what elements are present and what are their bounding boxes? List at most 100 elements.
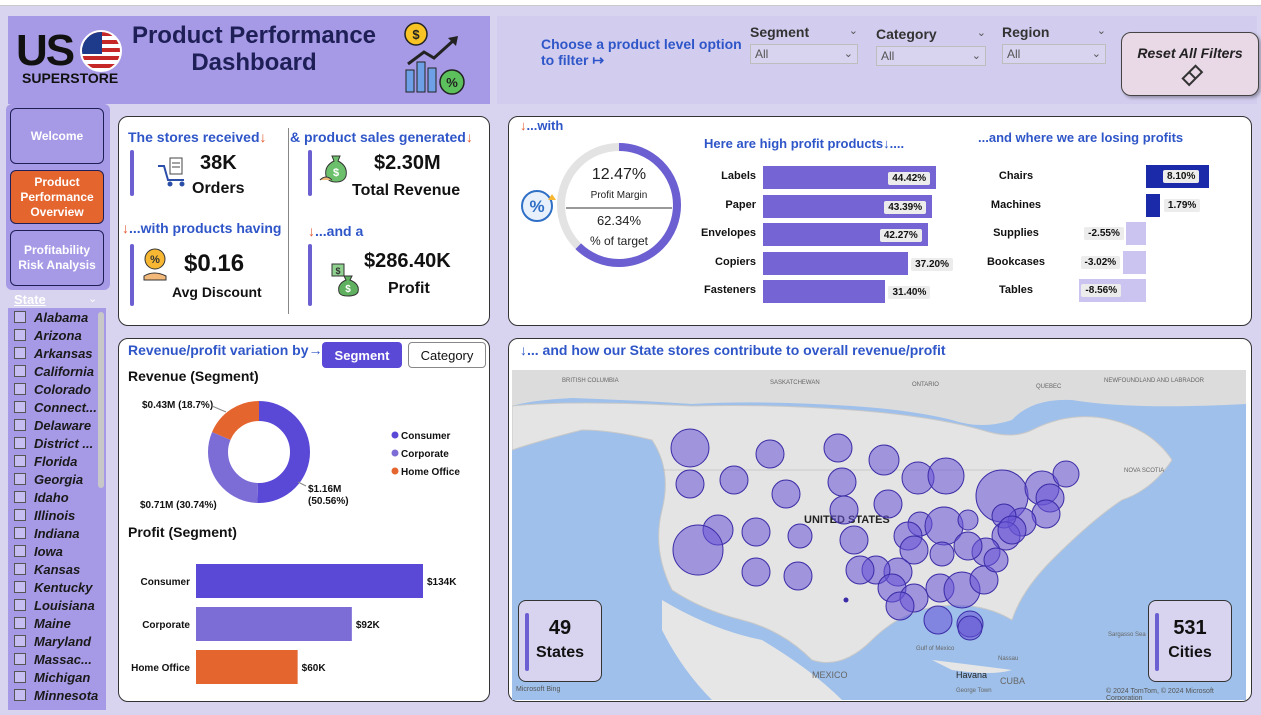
state-bubble[interactable] <box>957 509 979 531</box>
state-bubble[interactable] <box>1052 460 1080 488</box>
state-item[interactable]: Michigan <box>8 668 106 686</box>
state-checkbox[interactable] <box>14 455 26 467</box>
state-checkbox[interactable] <box>14 527 26 539</box>
chevron-down-icon[interactable]: ⌄ <box>977 26 986 42</box>
state-checkbox[interactable] <box>14 581 26 593</box>
state-bubble[interactable] <box>827 467 857 497</box>
state-bubble[interactable] <box>741 557 771 587</box>
state-bubble[interactable] <box>929 541 955 567</box>
high-profit-bar[interactable] <box>763 251 909 275</box>
chevron-down-icon[interactable]: ⌄ <box>849 24 858 40</box>
state-bubble[interactable] <box>755 439 785 469</box>
state-bubble[interactable] <box>771 479 801 509</box>
state-item[interactable]: District ... <box>8 434 106 452</box>
state-item[interactable]: Massac... <box>8 650 106 668</box>
state-item[interactable]: Iowa <box>8 542 106 560</box>
state-bubble[interactable] <box>983 547 1009 573</box>
discount-value: $0.16 <box>184 250 245 277</box>
state-item[interactable]: Florida <box>8 452 106 470</box>
state-item[interactable]: Delaware <box>8 416 106 434</box>
state-checkbox[interactable] <box>14 383 26 395</box>
state-bubble[interactable] <box>823 433 853 463</box>
segment-toggle-button[interactable]: Segment <box>322 342 402 368</box>
state-checkbox[interactable] <box>14 689 26 701</box>
state-checkbox[interactable] <box>14 347 26 359</box>
state-item[interactable]: Alabama <box>8 308 106 326</box>
state-item[interactable]: Maryland <box>8 632 106 650</box>
state-bubble[interactable] <box>719 465 749 495</box>
nav-product-performance-button[interactable]: Product Performance Overview <box>10 170 104 224</box>
state-list-scrollbar[interactable] <box>98 312 104 488</box>
state-checkbox[interactable] <box>14 437 26 449</box>
profit-bar[interactable] <box>196 564 423 598</box>
state-bubble[interactable] <box>787 523 813 549</box>
state-item[interactable]: Arkansas <box>8 344 106 362</box>
state-bubble[interactable] <box>670 428 710 468</box>
state-bubble[interactable] <box>885 591 915 621</box>
chevron-down-icon: ⌄ <box>1091 48 1101 60</box>
state-bubble[interactable] <box>923 605 953 635</box>
state-bubble[interactable] <box>868 444 900 476</box>
state-bubble[interactable] <box>741 517 771 547</box>
state-checkbox[interactable] <box>14 401 26 413</box>
state-item[interactable]: Idaho <box>8 488 106 506</box>
profit-bar[interactable] <box>196 607 352 641</box>
chevron-down-icon[interactable]: ⌄ <box>88 292 97 305</box>
state-checkbox[interactable] <box>14 419 26 431</box>
state-checkbox[interactable] <box>14 329 26 341</box>
state-bubble[interactable] <box>829 495 859 525</box>
state-item[interactable]: Maine <box>8 614 106 632</box>
state-checkbox[interactable] <box>14 617 26 629</box>
state-item[interactable]: Indiana <box>8 524 106 542</box>
state-bubble[interactable] <box>845 555 875 585</box>
state-bubble[interactable] <box>997 515 1027 545</box>
nav-profitability-risk-button[interactable]: Profitability Risk Analysis <box>10 230 104 286</box>
state-checkbox[interactable] <box>14 635 26 647</box>
category-toggle-button[interactable]: Category <box>408 342 486 368</box>
state-bubble[interactable] <box>873 489 903 519</box>
state-bubble[interactable] <box>927 457 965 495</box>
category-dropdown[interactable]: All ⌄ <box>876 46 986 66</box>
category-slicer[interactable]: Category ⌄ All ⌄ <box>876 26 986 66</box>
high-profit-bar[interactable] <box>763 280 886 303</box>
state-item[interactable]: Kansas <box>8 560 106 578</box>
state-checkbox[interactable] <box>14 509 26 521</box>
segment-dropdown[interactable]: All ⌄ <box>750 44 858 64</box>
state-bubble[interactable] <box>953 531 983 561</box>
region-dropdown[interactable]: All ⌄ <box>1002 44 1106 64</box>
state-bubble[interactable] <box>675 469 705 499</box>
segment-slicer[interactable]: Segment ⌄ All ⌄ <box>750 24 858 64</box>
state-checkbox[interactable] <box>14 563 26 575</box>
state-item[interactable]: Kentucky <box>8 578 106 596</box>
state-item[interactable]: Colorado <box>8 380 106 398</box>
losing-profit-bar[interactable] <box>1122 250 1146 274</box>
state-checkbox[interactable] <box>14 473 26 485</box>
state-item[interactable]: Louisiana <box>8 596 106 614</box>
state-checkbox[interactable] <box>14 365 26 377</box>
nav-welcome-button[interactable]: Welcome <box>10 108 104 164</box>
state-item[interactable]: California <box>8 362 106 380</box>
losing-profit-bar[interactable] <box>1126 222 1146 245</box>
state-checkbox[interactable] <box>14 311 26 323</box>
region-slicer[interactable]: Region ⌄ All ⌄ <box>1002 24 1106 64</box>
state-bubble[interactable] <box>839 525 869 555</box>
state-item[interactable]: Georgia <box>8 470 106 488</box>
state-checkbox[interactable] <box>14 671 26 683</box>
state-checkbox[interactable] <box>14 545 26 557</box>
state-bubble[interactable] <box>783 561 813 591</box>
state-checkbox[interactable] <box>14 491 26 503</box>
state-bubble[interactable] <box>843 597 849 603</box>
state-item[interactable]: Connect... <box>8 398 106 416</box>
state-item[interactable]: Illinois <box>8 506 106 524</box>
state-checkbox[interactable] <box>14 599 26 611</box>
reset-filters-button[interactable]: Reset All Filters <box>1121 32 1259 96</box>
state-bubble[interactable] <box>957 615 983 641</box>
state-checkbox[interactable] <box>14 653 26 665</box>
us-bubble-map[interactable]: BRITISH COLUMBIA SASKATCHEWAN ONTARIO QUEBE… <box>512 370 1246 700</box>
profit-bar[interactable] <box>196 650 298 684</box>
state-item[interactable]: Minnesota <box>8 686 106 704</box>
chevron-down-icon[interactable]: ⌄ <box>1097 24 1106 40</box>
losing-profit-bar[interactable] <box>1146 193 1160 217</box>
state-bubble[interactable] <box>672 524 724 576</box>
state-item[interactable]: Arizona <box>8 326 106 344</box>
